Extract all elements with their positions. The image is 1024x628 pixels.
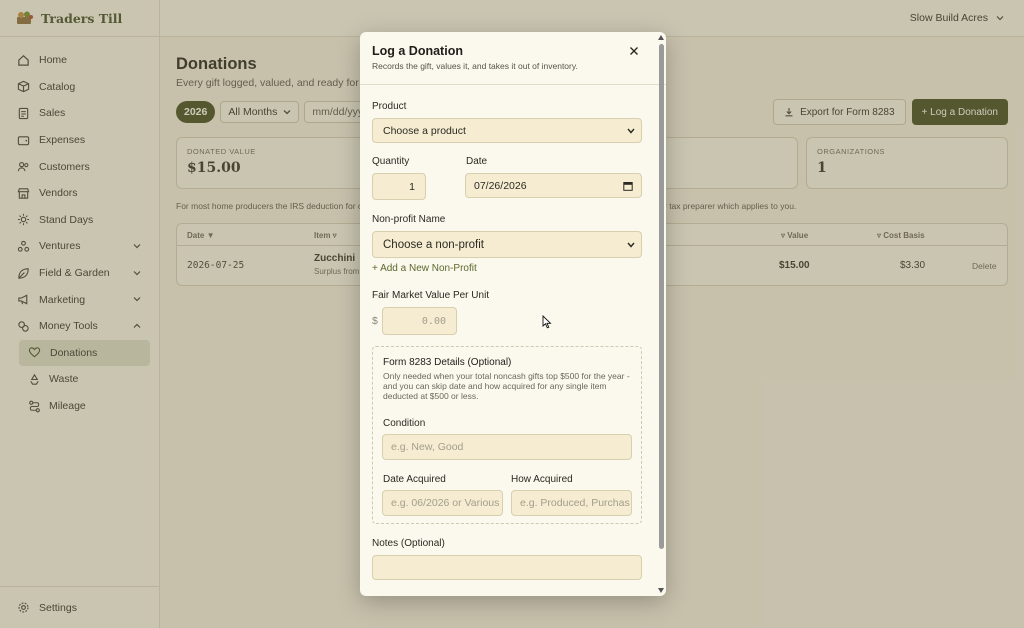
fmv-placeholder: 0.00 [421,315,446,327]
how-acquired-label: How Acquired [511,474,573,485]
quantity-input[interactable]: 1 [372,173,426,200]
quantity-label: Quantity [372,156,410,167]
condition-placeholder: e.g. New, Good [391,441,464,453]
date-label: Date [466,156,488,167]
form8283-section: Form 8283 Details (Optional) Only needed… [372,346,642,524]
date-value: 07/26/2026 [474,179,527,192]
scroll-thumb[interactable] [659,44,664,549]
modal-title: Log a Donation [372,44,463,58]
chevron-down-icon [627,242,635,248]
date-acquired-input[interactable]: e.g. 06/2026 or Various [382,490,503,516]
notes-input[interactable] [372,555,642,580]
condition-label: Condition [383,418,426,429]
date-input[interactable]: 07/26/2026 [465,173,642,198]
log-donation-modal: Log a Donation Records the gift, values … [360,32,666,596]
add-nonprofit-link[interactable]: + Add a New Non-Profit [372,263,477,274]
notes-label: Notes (Optional) [372,538,445,549]
mouse-cursor-icon [542,315,552,329]
currency-symbol: $ [372,315,378,327]
fmv-input[interactable]: 0.00 [382,307,457,335]
modal-header: Log a Donation Records the gift, values … [360,32,666,85]
modal-scrollbar[interactable] [656,32,666,596]
date-acquired-placeholder: e.g. 06/2026 or Various [391,497,500,509]
quantity-value: 1 [409,180,415,193]
condition-input[interactable]: e.g. New, Good [382,434,632,460]
close-icon[interactable] [628,45,640,57]
date-acquired-label: Date Acquired [383,474,446,485]
scroll-down-arrow[interactable] [658,588,664,593]
product-select[interactable]: Choose a product [372,118,642,143]
fmv-label: Fair Market Value Per Unit [372,290,490,301]
product-value: Choose a product [383,124,466,137]
product-label: Product [372,101,407,112]
calendar-icon[interactable] [623,181,633,191]
form8283-desc: Only needed when your total noncash gift… [383,371,630,401]
how-acquired-input[interactable]: e.g. Produced, Purchas [511,490,632,516]
chevron-down-icon [627,128,635,134]
nonprofit-label: Non-profit Name [372,214,446,225]
nonprofit-select[interactable]: Choose a non-profit [372,231,642,258]
form8283-title: Form 8283 Details (Optional) [383,357,512,368]
how-acquired-placeholder: e.g. Produced, Purchas [520,497,630,509]
modal-subtitle: Records the gift, values it, and takes i… [372,61,578,71]
nonprofit-value: Choose a non-profit [383,238,485,251]
scroll-up-arrow[interactable] [658,35,664,40]
